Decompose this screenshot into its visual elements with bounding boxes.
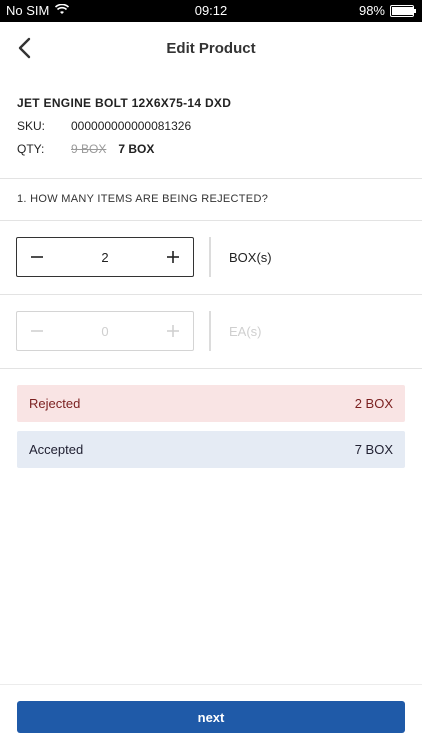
sku-label: SKU: xyxy=(17,119,46,133)
qty-new-value: 7 BOX xyxy=(118,142,155,156)
increment-each-button[interactable] xyxy=(153,312,193,350)
divider xyxy=(0,368,422,369)
status-bar: No SIM 09:12 98% xyxy=(0,0,422,22)
reject-question: 1. HOW MANY ITEMS ARE BEING REJECTED? xyxy=(17,193,269,205)
each-quantity-stepper: 0 xyxy=(16,311,194,351)
divider xyxy=(0,220,422,221)
rejected-summary: Rejected 2 BOX xyxy=(17,385,405,422)
divider xyxy=(0,178,422,179)
qty-label: QTY: xyxy=(17,142,45,156)
sku-value: 000000000000081326 xyxy=(71,119,192,133)
each-unit-label: EA(s) xyxy=(229,324,262,339)
plus-icon xyxy=(167,251,179,263)
box-unit-label: BOX(s) xyxy=(229,250,272,265)
accepted-summary: Accepted 7 BOX xyxy=(17,431,405,468)
minus-icon xyxy=(31,256,43,258)
each-quantity-value[interactable]: 0 xyxy=(57,324,153,339)
vertical-separator xyxy=(209,237,211,277)
next-button[interactable]: next xyxy=(17,701,405,733)
battery-icon xyxy=(390,4,416,17)
product-info: JET ENGINE BOLT 12X6X75-14 DXD SKU: 0000… xyxy=(17,96,231,165)
plus-icon xyxy=(167,325,179,337)
decrement-each-button[interactable] xyxy=(17,312,57,350)
vertical-separator xyxy=(209,311,211,351)
footer-divider xyxy=(0,684,422,685)
rejected-value: 2 BOX xyxy=(354,396,393,411)
decrement-box-button[interactable] xyxy=(17,238,57,276)
box-quantity-value[interactable]: 2 xyxy=(57,250,153,265)
accepted-value: 7 BOX xyxy=(354,442,393,457)
product-name: JET ENGINE BOLT 12X6X75-14 DXD xyxy=(17,96,232,110)
battery-percent: 98% xyxy=(358,3,385,18)
rejected-label: Rejected xyxy=(29,396,81,411)
accepted-label: Accepted xyxy=(29,442,84,457)
qty-old-value: 9 BOX xyxy=(71,142,107,156)
box-quantity-stepper: 2 xyxy=(16,237,194,277)
increment-box-button[interactable] xyxy=(153,238,193,276)
page-title: Edit Product xyxy=(166,40,256,57)
nav-bar: Edit Product xyxy=(0,22,422,74)
minus-icon xyxy=(31,330,43,332)
divider xyxy=(0,294,422,295)
